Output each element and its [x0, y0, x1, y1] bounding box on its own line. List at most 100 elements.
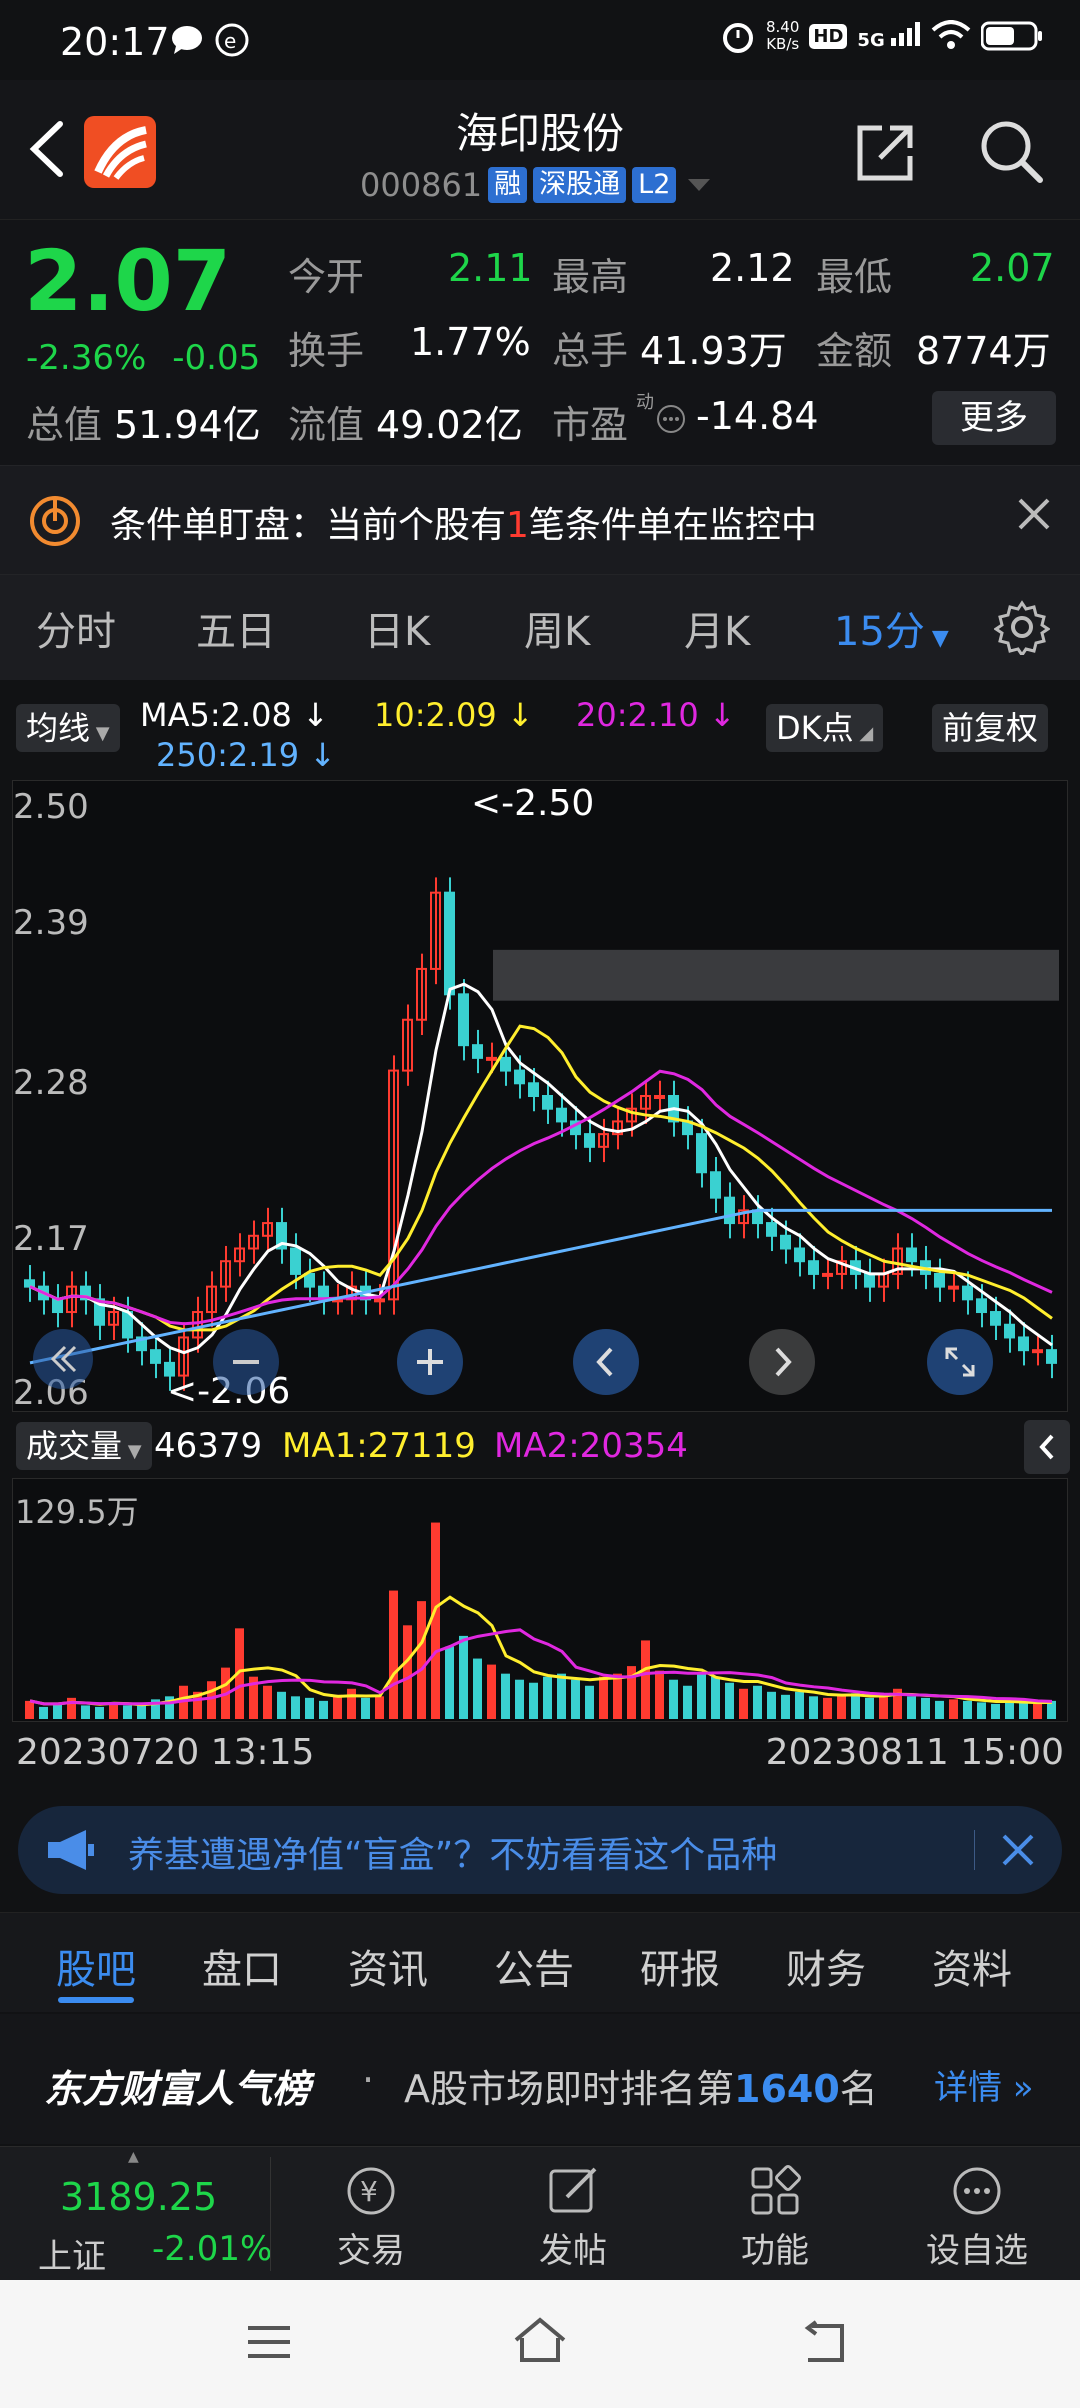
watchlist-button[interactable]: 设自选 [912, 2155, 1042, 2272]
volume-bar [305, 1697, 314, 1719]
candle [878, 1258, 889, 1302]
tab-daily-k[interactable]: 日K [364, 599, 430, 657]
close-alert-button[interactable] [1016, 496, 1052, 542]
chart-settings-button[interactable] [993, 599, 1051, 659]
minus-icon [233, 1360, 259, 1364]
zoom-in-button[interactable] [397, 1329, 463, 1395]
chevron-left-icon [596, 1347, 613, 1377]
popularity-rank[interactable]: 东方财富人气榜 · A股市场即时排名第1640名 详情 » [0, 2014, 1080, 2144]
volume-bar [599, 1676, 608, 1719]
indicator-dropdown[interactable]: 成交量 ▼ [16, 1422, 152, 1470]
tab-monthly-k[interactable]: 月K [684, 599, 750, 657]
bottom-toolbar: ▲ 3189.25 上证 -2.01% ¥ 交易 发帖 功能 设自选 [0, 2146, 1080, 2280]
condition-order-alert[interactable]: 条件单盯盘：当前个股有1笔条件单在监控中 [0, 465, 1080, 575]
tab-15min[interactable]: 15分 ▼ [834, 599, 949, 657]
high-value: 2.12 [710, 246, 795, 290]
index-name: 上证 [38, 2237, 106, 2277]
double-chevron-left-icon [50, 1345, 77, 1373]
volume-bar [515, 1679, 524, 1719]
rank-brand: 东方财富人气榜 [44, 2067, 311, 2111]
adjust-button[interactable]: 前复权 [932, 704, 1049, 752]
rank-detail-link[interactable]: 详情 » [934, 2060, 1034, 2109]
dk-button[interactable]: DK点 ◢ [766, 704, 884, 752]
close-icon [1002, 1834, 1034, 1866]
tab-five-day[interactable]: 五日 [196, 599, 276, 657]
more-dots-icon [953, 2167, 1001, 2215]
tab-forum[interactable]: 股吧 [56, 1937, 136, 1995]
candle [472, 1029, 483, 1074]
back-nav-button[interactable] [800, 2318, 850, 2370]
volume-bar [767, 1691, 776, 1719]
pe-sup: 动 [636, 392, 654, 413]
tab-announcements[interactable]: 公告 [494, 1937, 574, 1995]
collapse-panel-button[interactable] [1024, 1420, 1070, 1474]
functions-button[interactable]: 功能 [710, 2155, 840, 2272]
search-button[interactable] [978, 118, 1044, 184]
volume-bar [795, 1691, 804, 1719]
volume-bar [809, 1696, 818, 1719]
tab-intraday[interactable]: 分时 [36, 599, 116, 657]
scroll-left-far-button[interactable] [33, 1329, 93, 1389]
tab-financials[interactable]: 财务 [786, 1937, 866, 1995]
volume-bar [697, 1673, 706, 1719]
pe-value: -14.84 [696, 394, 819, 438]
ad-banner[interactable]: 养基遭遇净值“盲盒”？不妨看看这个品种 [18, 1806, 1062, 1894]
period-tabs: 分时 五日 日K 周K 月K 15分 ▼ [0, 575, 1080, 680]
candle [304, 1258, 315, 1302]
candle [612, 1106, 623, 1150]
volume-bar [711, 1676, 720, 1719]
edit-icon [549, 2167, 597, 2213]
tab-profile[interactable]: 资料 [932, 1937, 1012, 1995]
scroll-right-button[interactable] [749, 1329, 815, 1395]
volume-bar [683, 1685, 692, 1719]
app-notification-icon: e [214, 22, 250, 62]
volume-current: 46379 [154, 1426, 263, 1466]
volume-chart[interactable]: 129.5万 [12, 1478, 1068, 1722]
volume-bar [613, 1673, 622, 1719]
fullscreen-button[interactable] [927, 1329, 993, 1395]
volume-bar [53, 1703, 62, 1719]
stock-name: 海印股份 [455, 109, 624, 158]
share-button[interactable] [852, 120, 918, 186]
home-icon [514, 2317, 566, 2362]
caret-down-icon[interactable] [684, 175, 714, 195]
index-quote[interactable]: ▲ 3189.25 上证 -2.01% [0, 2147, 272, 2281]
close-ad-button[interactable] [998, 1830, 1038, 1874]
mktcap-label: 总值 [26, 403, 103, 447]
post-button[interactable]: 发帖 [508, 2155, 638, 2272]
change-percent: -2.36% [26, 338, 147, 378]
y-label-3: 2.17 [13, 1219, 89, 1259]
toolbar-divider [270, 2157, 271, 2271]
tab-orderbook[interactable]: 盘口 [202, 1937, 282, 1995]
chat-notification-icon [170, 24, 204, 60]
wifi-icon [931, 20, 971, 49]
home-nav-button[interactable] [510, 2314, 570, 2372]
tab-news[interactable]: 资讯 [348, 1937, 428, 1995]
gear-icon [993, 600, 1051, 658]
info-icon[interactable] [656, 404, 686, 438]
status-bar: 20:17 e 8.40 KB/s HD 5G [0, 0, 1080, 80]
high-label: 最高 [552, 255, 629, 299]
volume-value: 41.93万 [640, 329, 787, 373]
tab-research[interactable]: 研报 [640, 1937, 720, 1995]
ma-type-dropdown[interactable]: 均线 ▼ [16, 704, 120, 752]
system-nav-bar [0, 2280, 1080, 2408]
content-tabs: 股吧 盘口 资讯 公告 研报 财务 资料 [0, 1912, 1080, 2012]
kline-chart[interactable]: 2.50 2.39 2.28 2.17 2.06 <-2.50 <-2.06 [12, 780, 1068, 1413]
candle [808, 1245, 819, 1290]
volume-bar [207, 1681, 216, 1719]
rank-text: A股市场即时排名第1640名 [404, 2067, 878, 2111]
more-button[interactable]: 更多 [932, 391, 1056, 445]
volume-bar [837, 1694, 846, 1719]
zoom-out-button[interactable] [213, 1329, 279, 1395]
trade-button[interactable]: ¥ 交易 [306, 2155, 436, 2272]
y-label-1: 2.39 [13, 903, 89, 943]
turnover-label: 换手 [288, 329, 365, 373]
menu-nav-button[interactable] [244, 2320, 294, 2368]
scroll-left-button[interactable] [573, 1329, 639, 1395]
candle [1032, 1334, 1043, 1366]
volume-bar [963, 1700, 972, 1719]
volume-bar [949, 1699, 958, 1719]
tab-weekly-k[interactable]: 周K [524, 599, 590, 657]
search-icon [981, 121, 1043, 183]
